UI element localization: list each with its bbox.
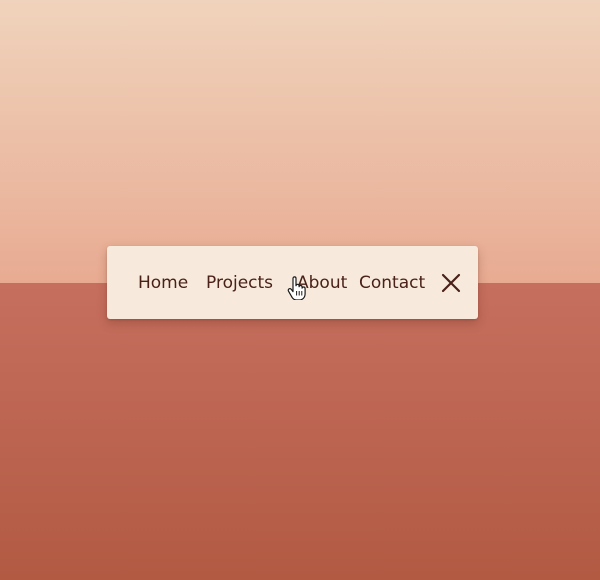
nav-link-projects[interactable]: Projects [206,272,273,294]
nav-link-about[interactable]: About [297,272,347,294]
nav-link-contact[interactable]: Contact [359,272,425,294]
background-bottom [0,283,600,580]
background-top [0,0,600,283]
navigation-menu: Home Projects About Contact [107,246,478,319]
close-menu-button[interactable] [441,273,461,293]
close-icon [441,273,461,293]
nav-link-home[interactable]: Home [138,272,188,294]
